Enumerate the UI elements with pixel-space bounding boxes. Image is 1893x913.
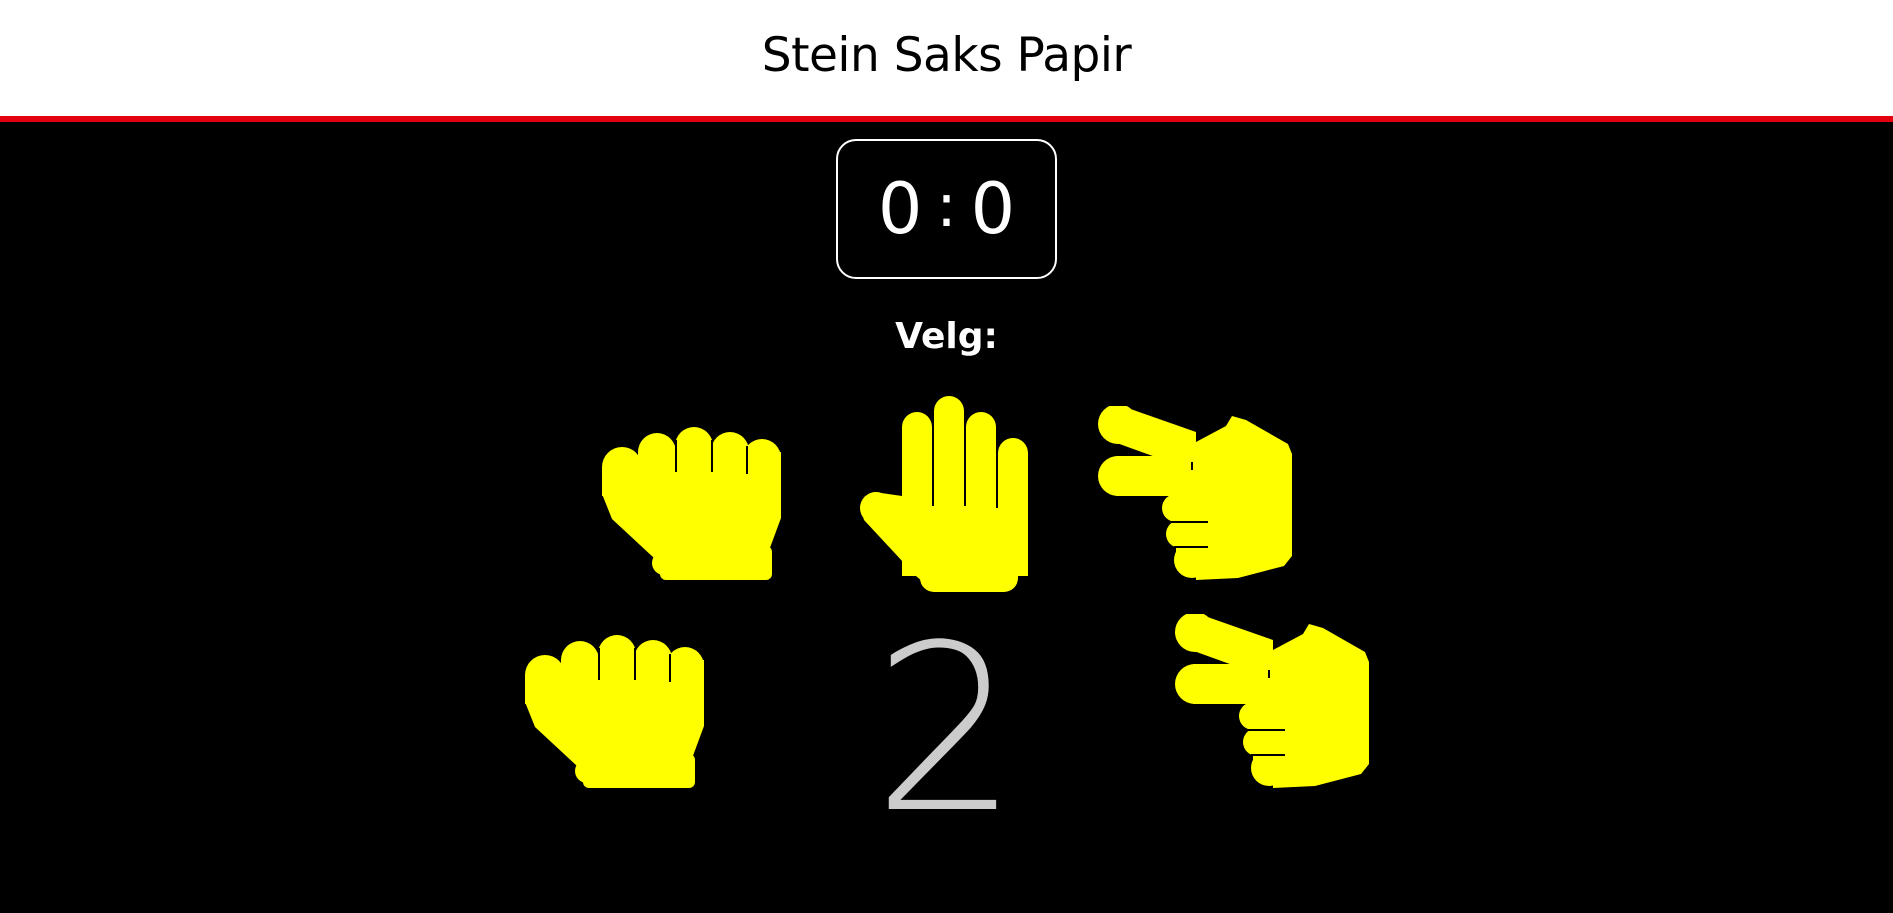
scissors-hand-icon [1175,614,1369,788]
player-hand [525,614,723,788]
scoreboard: 0 : 0 [836,139,1057,279]
choice-rock-button[interactable] [602,406,800,580]
fist-icon [602,427,781,580]
player-score: 0 [877,168,923,250]
countdown-number: 2 [872,597,1020,864]
score-separator: : [936,171,957,241]
choice-scissors-button[interactable] [1096,406,1292,580]
header-bar: Stein Saks Papir [0,0,1893,122]
fist-icon [525,635,704,788]
computer-score: 0 [970,168,1016,250]
open-hand-icon [860,396,1028,592]
game-stage: 0 : 0 Velg: 2 [0,122,1893,913]
page-title: Stein Saks Papir [761,28,1132,83]
computer-hand [1173,614,1369,788]
scissors-hand-icon [1098,406,1292,580]
choice-paper-button[interactable] [860,396,1036,592]
choose-prompt: Velg: [895,316,998,357]
